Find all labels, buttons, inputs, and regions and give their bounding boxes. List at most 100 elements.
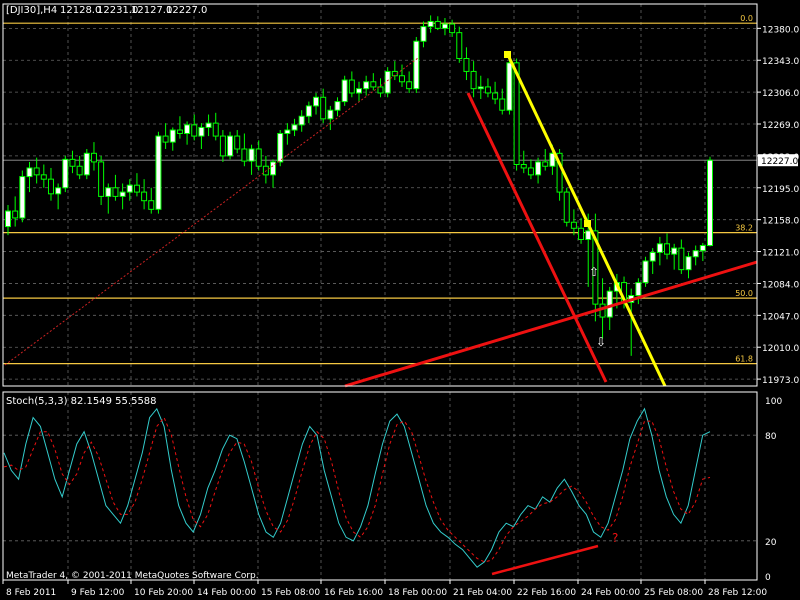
candle-body-up <box>642 260 649 284</box>
candle-body-up <box>692 250 699 258</box>
candle-body-down <box>492 92 499 100</box>
candle-body-up <box>635 282 642 297</box>
y-tick-label: 12343.0 <box>762 57 799 67</box>
x-tick-label: 8 Feb 2011 <box>6 588 56 598</box>
copyright-footer: MetaTrader 4, © 2001-2011 MetaQuotes Sof… <box>6 571 259 581</box>
candle-body-up <box>62 158 69 189</box>
down-arrow-icon: ⇩ <box>596 335 606 349</box>
candle-body-up <box>506 62 513 111</box>
candle-body-down <box>563 191 570 223</box>
x-tick-label: 18 Feb 00:00 <box>388 588 447 598</box>
candle-body-up <box>477 86 484 90</box>
x-tick-label: 14 Feb 00:00 <box>197 588 256 598</box>
y-tick-label: 12010.0 <box>762 344 799 354</box>
candle-body-down <box>406 81 413 90</box>
candle <box>277 130 284 167</box>
stoch-y-label: 20 <box>765 538 777 548</box>
candle-body-up <box>649 251 656 262</box>
candle-body-down <box>90 152 97 163</box>
candle-body-down <box>76 165 83 176</box>
fib-level-label: 50.0 <box>735 289 753 298</box>
candle-body-down <box>255 148 262 167</box>
x-tick-label: 21 Feb 04:00 <box>453 588 512 598</box>
yellow-anchor-mid[interactable] <box>584 220 591 227</box>
candle-body-down <box>348 79 355 94</box>
y-tick-label: 12121.0 <box>762 249 799 259</box>
candle-body-up <box>699 245 706 252</box>
candle-body-up <box>585 230 592 240</box>
candle-body-up <box>26 167 33 178</box>
fib-level-label: 61.8 <box>735 355 753 364</box>
candle-body-down <box>234 135 241 150</box>
candle-body-down <box>133 184 140 193</box>
candle-body-down <box>148 200 155 210</box>
x-tick-label: 22 Feb 16:00 <box>517 588 576 598</box>
candle-body-down <box>456 32 463 60</box>
candle-body-up <box>277 132 284 163</box>
candle-body-down <box>527 167 534 176</box>
candle-body-up <box>413 40 420 90</box>
stoch-title: Stoch(5,3,3) 82.1549 55.5588 <box>6 396 157 407</box>
chart-root[interactable]: 0.0 38.2 50.0 61.8 ⇧ ⇩ 100 80 20 0? 8 Feb 2011 9… <box>0 0 800 600</box>
y-tick-label: 12084.0 <box>762 280 799 290</box>
candle <box>19 170 26 223</box>
candle-body-down <box>320 96 327 120</box>
candle-body-down <box>219 135 226 157</box>
candle-body-up <box>5 210 11 228</box>
candle-body-down <box>370 81 377 88</box>
candle <box>563 187 570 227</box>
candle-body-up <box>248 148 255 162</box>
candle-body-down <box>542 161 549 167</box>
candle-body-down <box>470 70 477 90</box>
candle <box>227 131 234 160</box>
y-tick-label: 12158.0 <box>762 217 799 227</box>
y-tick-label: 12380.0 <box>762 25 799 35</box>
candle-body-up <box>298 115 305 126</box>
candle-body-up <box>327 109 334 120</box>
yellow-anchor-top[interactable] <box>504 51 511 58</box>
candle-body-up <box>305 105 312 117</box>
candle-body-up <box>363 81 370 90</box>
candle-body-up <box>334 101 341 111</box>
candle-body-up <box>356 88 362 94</box>
candle-body-up <box>606 290 613 318</box>
candle-body-down <box>377 86 384 94</box>
candle-body-down <box>12 210 19 219</box>
candle-body-down <box>398 75 405 83</box>
candle-body-down <box>578 227 585 240</box>
candle-body-up <box>656 243 663 253</box>
ohlc-open: 12128.0 <box>60 5 101 16</box>
y-tick-label: 12047.0 <box>762 312 799 322</box>
candle-body-up <box>341 79 348 103</box>
candle-body-up <box>427 20 434 28</box>
candle-body-down <box>162 135 169 143</box>
x-tick-label: 28 Feb 12:00 <box>708 588 767 598</box>
candle-body-up <box>227 135 234 157</box>
candle-body-up <box>198 126 205 137</box>
candle-body-up <box>105 187 112 197</box>
x-tick-label: 15 Feb 08:00 <box>261 588 320 598</box>
candle-body-down <box>191 124 198 137</box>
candle-body-up <box>19 176 26 219</box>
stoch-y-label: 0 <box>765 573 771 583</box>
candle-body-down <box>241 148 248 162</box>
candle-body-down <box>69 158 76 167</box>
candle-body-down <box>664 243 671 255</box>
candle <box>83 148 90 180</box>
candle-body-down <box>678 247 685 271</box>
question-mark: ? <box>612 531 618 545</box>
candle-body-down <box>40 174 47 180</box>
chart-title: [DJI30],H4 <box>6 5 57 16</box>
candle <box>506 58 513 115</box>
candle-body-down <box>570 221 577 229</box>
candle-body-down <box>47 178 54 195</box>
x-tick-label: 24 Feb 00:00 <box>581 588 640 598</box>
candle-body-down <box>434 20 441 29</box>
candle-body-up <box>291 124 298 131</box>
background <box>0 0 800 600</box>
candle-body-down <box>499 98 506 111</box>
candle <box>62 155 69 193</box>
candle-body-up <box>707 159 713 247</box>
candle-body-down <box>176 129 183 134</box>
candle-body-down <box>212 122 219 137</box>
